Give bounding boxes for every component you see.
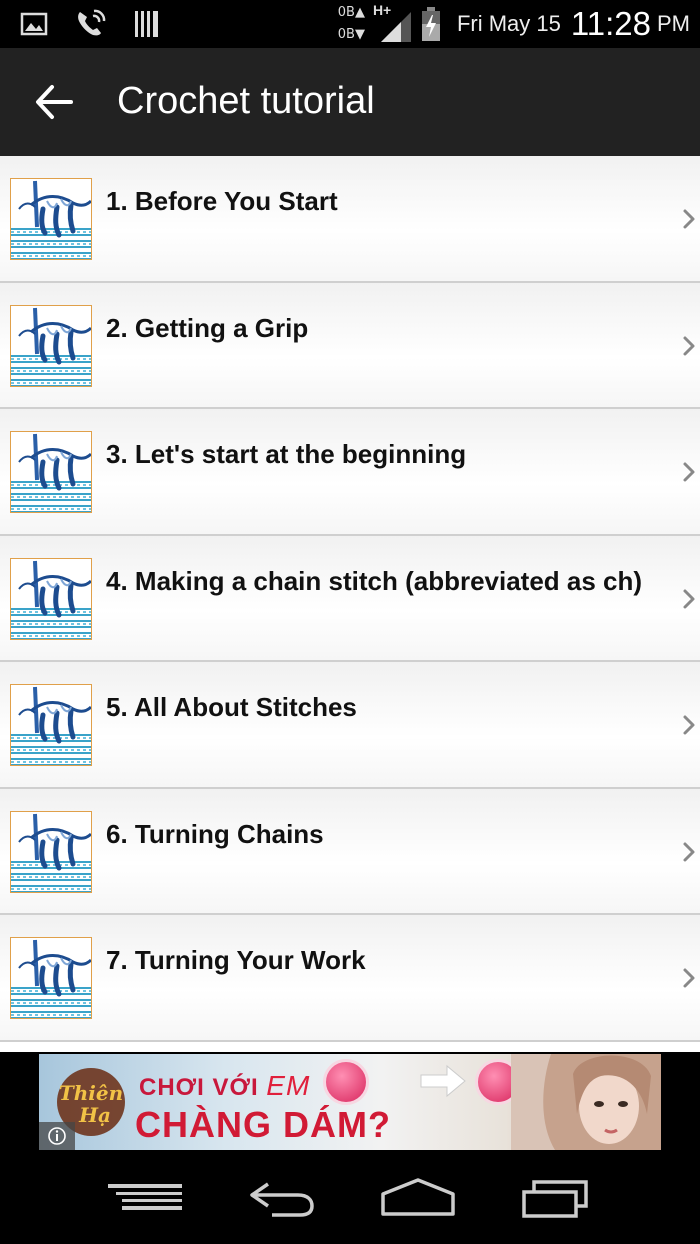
chevron-right-icon [683, 462, 695, 482]
ad-headline: CHƠI VỚI EM [139, 1070, 310, 1102]
list-item-4[interactable]: 4. Making a chain stitch (abbreviated as… [0, 535, 700, 662]
ad-model-image [511, 1054, 661, 1150]
chevron-right-icon [683, 589, 695, 608]
list-item-label: 7. Turning Your Work [106, 945, 366, 975]
list-item-7[interactable]: 7. Turning Your Work [0, 915, 700, 1042]
list-item-label: 6. Turning Chains [106, 818, 324, 849]
data-down-value: 0B [337, 27, 355, 42]
list-item-3[interactable]: 3. Let's start at the beginning [0, 409, 700, 536]
crochet-thumbnail [10, 431, 92, 513]
arrow-right-icon [420, 1064, 466, 1098]
chevron-right-icon [683, 842, 695, 861]
list-item-label: 1. Before You Start [106, 186, 338, 216]
menu-icon[interactable] [108, 1178, 182, 1218]
list-item-label: 3. Let's start at the beginning [106, 439, 467, 469]
status-bar-notifications [20, 8, 160, 40]
ad-banner[interactable]: Thiên Hạ CHƠI VỚI EM CHÀNG DÁM? [39, 1054, 661, 1150]
status-ampm: PM [657, 11, 690, 36]
list-item-label: 4. Making a chain stitch (abbreviated as… [106, 565, 643, 596]
app-bar: Crochet tutorial [0, 48, 700, 156]
crochet-thumbnail [10, 304, 92, 387]
crochet-thumbnail [10, 178, 92, 260]
page-title: Crochet tutorial [117, 80, 375, 122]
chevron-right-icon [683, 336, 695, 355]
tutorial-list: 1. Before You Start 2. Getting a Grip 3.… [0, 156, 700, 1052]
list-item-6[interactable]: 6. Turning Chains [0, 788, 700, 915]
status-bar: 0B▲ 0B▼ H+ Fri May 15 11:28 PM [0, 0, 700, 48]
list-item-2[interactable]: 2. Getting a Grip [0, 282, 700, 409]
info-icon[interactable] [39, 1122, 75, 1150]
chevron-right-icon [683, 968, 695, 988]
data-up-value: 0B [337, 5, 355, 20]
status-date: Fri May 15 [456, 11, 561, 36]
system-nav-bar [0, 1150, 700, 1244]
chevron-right-icon [683, 209, 695, 229]
crochet-thumbnail [10, 810, 92, 893]
svg-text:Hạ: Hạ [78, 1103, 111, 1127]
status-bar-system: 0B▲ 0B▼ H+ Fri May 15 11:28 PM [338, 0, 690, 48]
svg-text:Thiên: Thiên [59, 1081, 123, 1105]
list-item-5[interactable]: 5. All About Stitches [0, 662, 700, 789]
ad-button-left[interactable] [323, 1059, 369, 1105]
crochet-thumbnail [10, 684, 92, 766]
ad-headline-prefix: CHƠI VỚI [139, 1074, 259, 1101]
ad-tagline: CHÀNG DÁM? [135, 1104, 391, 1145]
back-icon[interactable] [248, 1178, 316, 1218]
home-icon[interactable] [380, 1178, 456, 1218]
chevron-right-icon [683, 715, 695, 735]
list-item-label: 5. All About Stitches [106, 692, 357, 722]
gallery-icon [20, 12, 48, 36]
ad-headline-em: EM [266, 1070, 311, 1101]
data-traffic: 0B▲ 0B▼ [337, 5, 365, 42]
crochet-thumbnail [10, 557, 92, 640]
recent-apps-icon[interactable] [520, 1178, 590, 1218]
list-item-1[interactable]: 1. Before You Start [0, 156, 700, 283]
status-time: 11:28 [570, 5, 651, 42]
list-item-label: 2. Getting a Grip [106, 312, 309, 343]
missed-call-icon [78, 9, 106, 36]
signal-icon: H+ [373, 2, 411, 42]
arrow-left-icon[interactable] [34, 84, 74, 120]
barcode-icon [135, 11, 158, 37]
battery-icon [421, 7, 440, 41]
crochet-thumbnail [10, 937, 92, 1019]
